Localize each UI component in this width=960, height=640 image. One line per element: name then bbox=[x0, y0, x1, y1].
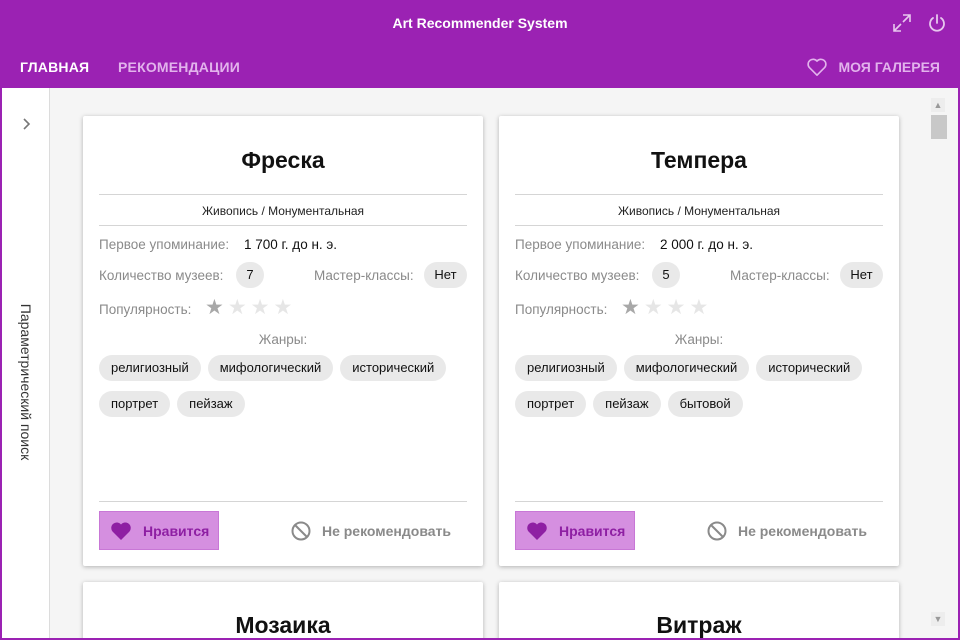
like-label: Нравится bbox=[559, 522, 626, 539]
first-mention-label: Первое упоминание: bbox=[99, 237, 230, 252]
card-title: Мозаика bbox=[235, 612, 331, 638]
block-icon bbox=[291, 521, 311, 541]
scroll-down-arrow-icon[interactable]: ▼ bbox=[931, 612, 945, 626]
museums-label: Количество музеев: bbox=[99, 268, 224, 283]
genre-chips: религиозный мифологический исторический … bbox=[99, 355, 467, 417]
genre-chip[interactable]: бытовой bbox=[667, 391, 743, 417]
my-gallery-label: МОЯ ГАЛЕРЕЯ bbox=[838, 59, 940, 75]
divider bbox=[515, 501, 883, 502]
star-icon: ★ bbox=[227, 296, 247, 319]
genre-chip[interactable]: пейзаж bbox=[593, 391, 661, 417]
star-icon: ★ bbox=[643, 296, 663, 319]
scroll-up-arrow-icon[interactable]: ▲ bbox=[931, 98, 945, 112]
star-icon: ★ bbox=[205, 296, 224, 319]
tab-recommendations[interactable]: РЕКОМЕНДАЦИИ bbox=[118, 59, 240, 75]
genre-chip[interactable]: исторический bbox=[340, 355, 447, 381]
card-title: Витраж bbox=[656, 612, 742, 638]
like-label: Нравится bbox=[143, 522, 210, 539]
popularity-label: Популярность: bbox=[99, 302, 192, 317]
divider bbox=[99, 225, 467, 226]
heart-filled-icon bbox=[111, 521, 131, 540]
popularity-rating: ★ ★ ★ ★ bbox=[621, 297, 708, 319]
tab-main[interactable]: ГЛАВНАЯ bbox=[20, 59, 89, 75]
genre-chip[interactable]: мифологический bbox=[207, 355, 334, 381]
heart-filled-icon bbox=[527, 521, 547, 540]
star-icon: ★ bbox=[273, 296, 293, 319]
museums-label: Количество музеев: bbox=[515, 268, 640, 283]
popularity-rating: ★ ★ ★ ★ bbox=[205, 297, 292, 319]
like-button[interactable]: Нравится bbox=[99, 511, 219, 550]
star-icon: ★ bbox=[250, 296, 270, 319]
title-bar: Art Recommender System bbox=[0, 0, 960, 46]
genre-chip[interactable]: исторический bbox=[756, 355, 863, 381]
first-mention-value: 2 000 г. до н. э. bbox=[660, 237, 754, 252]
masterclasses-label: Мастер-классы: bbox=[314, 268, 414, 283]
genres-label: Жанры: bbox=[674, 332, 724, 347]
genre-chips: религиозный мифологический исторический … bbox=[515, 355, 883, 417]
nav-bar: ГЛАВНАЯ РЕКОМЕНДАЦИИ МОЯ ГАЛЕРЕЯ bbox=[0, 46, 960, 88]
art-card: Витраж bbox=[499, 582, 899, 638]
masterclasses-label: Мастер-классы: bbox=[730, 268, 830, 283]
scroll-thumb[interactable] bbox=[931, 115, 947, 139]
masterclasses-badge: Нет bbox=[424, 262, 467, 288]
card-category: Живопись / Монументальная bbox=[617, 204, 781, 218]
like-button[interactable]: Нравится bbox=[515, 511, 635, 550]
my-gallery-button[interactable]: МОЯ ГАЛЕРЕЯ bbox=[806, 55, 940, 79]
divider bbox=[515, 225, 883, 226]
parametric-search-panel: Параметрический поиск bbox=[2, 88, 50, 638]
block-icon bbox=[707, 521, 727, 541]
chevron-right-icon[interactable] bbox=[16, 114, 36, 134]
art-card: Мозаика bbox=[83, 582, 483, 638]
expand-icon[interactable] bbox=[892, 13, 912, 33]
card-title: Темпера bbox=[651, 147, 747, 173]
cards-area: Фреска Живопись / Монументальная Первое … bbox=[51, 88, 958, 638]
masterclasses-badge: Нет bbox=[840, 262, 883, 288]
card-category: Живопись / Монументальная bbox=[201, 204, 365, 218]
genre-chip[interactable]: мифологический bbox=[623, 355, 750, 381]
star-icon: ★ bbox=[666, 296, 686, 319]
app-title: Art Recommender System bbox=[392, 15, 568, 31]
first-mention-value: 1 700 г. до н. э. bbox=[244, 237, 338, 252]
genre-chip[interactable]: портрет bbox=[99, 391, 171, 417]
power-icon[interactable] bbox=[927, 13, 947, 33]
do-not-recommend-label: Не рекомендовать bbox=[737, 523, 867, 539]
genre-chip[interactable]: религиозный bbox=[515, 355, 617, 381]
do-not-recommend-button[interactable]: Не рекомендовать bbox=[290, 520, 451, 542]
do-not-recommend-button[interactable]: Не рекомендовать bbox=[706, 520, 867, 542]
art-card: Фреска Живопись / Монументальная Первое … bbox=[83, 116, 483, 566]
art-card: Темпера Живопись / Монументальная Первое… bbox=[499, 116, 899, 566]
heart-outline-icon bbox=[807, 58, 828, 76]
card-title: Фреска bbox=[241, 147, 325, 173]
parametric-search-label[interactable]: Параметрический поиск bbox=[18, 304, 34, 460]
divider bbox=[99, 501, 467, 502]
star-icon: ★ bbox=[689, 296, 709, 319]
museums-count-badge: 5 bbox=[652, 262, 680, 288]
genre-chip[interactable]: религиозный bbox=[99, 355, 201, 381]
star-icon: ★ bbox=[621, 296, 640, 319]
genre-chip[interactable]: пейзаж bbox=[177, 391, 245, 417]
genre-chip[interactable]: портрет bbox=[515, 391, 587, 417]
divider bbox=[515, 194, 883, 195]
popularity-label: Популярность: bbox=[515, 302, 608, 317]
do-not-recommend-label: Не рекомендовать bbox=[321, 523, 451, 539]
first-mention-label: Первое упоминание: bbox=[515, 237, 646, 252]
museums-count-badge: 7 bbox=[236, 262, 264, 288]
genres-label: Жанры: bbox=[258, 332, 308, 347]
divider bbox=[99, 194, 467, 195]
vertical-scrollbar[interactable]: ▲ ▼ bbox=[928, 96, 947, 630]
